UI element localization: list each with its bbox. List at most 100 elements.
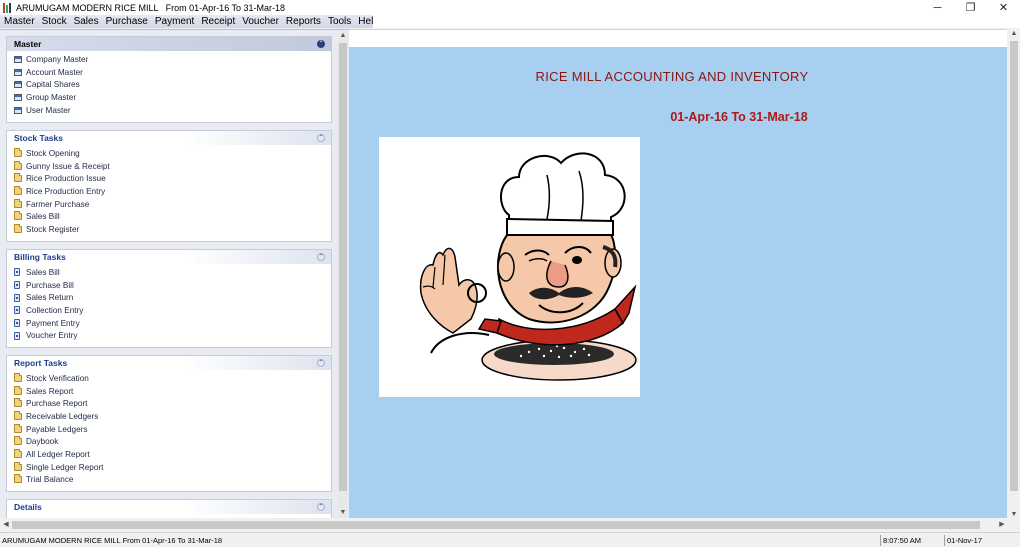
task-label: Account Master [26,67,83,77]
horizontal-scrollbar[interactable]: ◀ ▶ [0,519,1008,531]
collapse-icon[interactable]: ⌃ [317,503,325,511]
menu-bar: Master Stock Sales Purchase Payment Rece… [0,15,379,28]
task-label: Rice Production Entry [26,186,106,196]
task-sales-bill[interactable]: Sales Bill [14,210,331,223]
task-label: Voucher Entry [26,331,78,341]
task-payable-ledgers[interactable]: Payable Ledgers [14,423,331,436]
collapse-icon[interactable]: ⌃ [317,134,325,142]
document-icon [14,268,20,277]
folder-icon [14,173,22,183]
task-label: Sales Bill [26,212,60,222]
collapse-icon[interactable]: ⌃ [317,359,325,367]
task-daybook[interactable]: Daybook [14,435,331,448]
folder-icon [14,423,22,433]
task-label: Payable Ledgers [26,424,88,434]
group-report-tasks-items: Stock Verification Sales Report Purchase… [7,370,331,486]
task-sales-report[interactable]: Sales Report [14,385,331,398]
task-trial-balance[interactable]: Trial Balance [14,474,331,487]
task-label: Receivable Ledgers [26,411,99,421]
menu-purchase[interactable]: Purchase [102,16,151,27]
scroll-right-icon[interactable]: ▶ [996,519,1008,531]
collapse-icon[interactable]: ⌃ [317,40,325,48]
menu-voucher[interactable]: Voucher [238,16,282,27]
group-master-header[interactable]: Master ⌃ [7,37,331,51]
folder-icon [14,474,22,484]
task-purchase-bill[interactable]: Purchase Bill [14,279,331,292]
main-scrollbar[interactable]: ▲ ▼ [1008,29,1020,520]
group-details-header[interactable]: Details ⌃ [7,500,331,514]
task-farmer-purchase[interactable]: Farmer Purchase [14,198,331,211]
task-sales-return[interactable]: Sales Return [14,291,331,304]
window-icon [14,55,22,63]
task-voucher-entry[interactable]: Voucher Entry [14,329,331,342]
document-icon [14,319,20,328]
task-pane-scrollbar[interactable]: ▲ ▼ [338,31,348,518]
task-billing-sales-bill[interactable]: Sales Bill [14,266,331,279]
task-receivable-ledgers[interactable]: Receivable Ledgers [14,410,331,423]
group-billing-tasks-title: Billing Tasks [14,252,66,262]
restore-button[interactable]: ❐ [954,0,987,15]
task-company-master[interactable]: Company Master [14,53,331,66]
window-icon [14,68,22,76]
group-stock-tasks-header[interactable]: Stock Tasks ⌃ [7,131,331,145]
menu-bar-empty [373,15,1020,28]
task-label: Daybook [26,437,59,447]
scroll-left-icon[interactable]: ◀ [0,519,12,531]
task-label: Purchase Bill [26,280,74,290]
task-stock-verification[interactable]: Stock Verification [14,372,331,385]
task-collection-entry[interactable]: Collection Entry [14,304,331,317]
page-title: RICE MILL ACCOUNTING AND INVENTORY [535,69,809,84]
menu-master[interactable]: Master [0,16,38,27]
menu-stock[interactable]: Stock [38,16,70,27]
scroll-up-icon[interactable]: ▲ [338,31,348,41]
task-group-master[interactable]: Group Master [14,91,331,104]
menu-tools[interactable]: Tools [324,16,354,27]
window-icon [14,81,22,89]
task-capital-shares[interactable]: Capital Shares [14,78,331,91]
menu-payment[interactable]: Payment [151,16,197,27]
task-label: Collection Entry [26,305,84,315]
task-pane: Master ⌃ Company Master Account Master C… [0,29,349,518]
folder-icon [14,398,22,408]
task-user-master[interactable]: User Master [14,104,331,117]
menu-reports[interactable]: Reports [282,16,324,27]
scroll-thumb[interactable] [12,521,980,529]
task-payment-entry[interactable]: Payment Entry [14,317,331,330]
window-icon [14,93,22,101]
menu-receipt[interactable]: Receipt [197,16,238,27]
scroll-thumb[interactable] [339,43,347,491]
scroll-down-icon[interactable]: ▼ [1008,510,1020,520]
status-bar: ARUMUGAM MODERN RICE MILL From 01-Apr-16… [0,532,1020,547]
scroll-up-icon[interactable]: ▲ [1008,29,1020,39]
task-all-ledger-report[interactable]: All Ledger Report [14,448,331,461]
group-report-tasks-title: Report Tasks [14,358,68,368]
task-account-master[interactable]: Account Master [14,66,331,79]
task-stock-register[interactable]: Stock Register [14,223,331,236]
folder-icon [14,385,22,395]
collapse-icon[interactable]: ⌃ [317,253,325,261]
group-billing-tasks-header[interactable]: Billing Tasks ⌃ [7,250,331,264]
task-label: Rice Production Issue [26,174,106,184]
folder-icon [14,198,22,208]
minimize-button[interactable]: ─ [921,0,954,15]
title-bar: ARUMUGAM MODERN RICE MILL From 01-Apr-16… [0,0,1020,15]
status-company: ARUMUGAM MODERN RICE MILL From 01-Apr-16… [2,536,223,545]
task-rice-production-entry[interactable]: Rice Production Entry [14,185,331,198]
group-report-tasks-header[interactable]: Report Tasks ⌃ [7,356,331,370]
task-purchase-report[interactable]: Purchase Report [14,397,331,410]
close-button[interactable]: ✕ [987,0,1020,15]
folder-icon [14,410,22,420]
task-label: All Ledger Report [26,449,90,459]
task-single-ledger-report[interactable]: Single Ledger Report [14,461,331,474]
scroll-thumb[interactable] [1010,41,1018,491]
task-label: Farmer Purchase [26,199,90,209]
folder-icon [14,160,22,170]
task-gunny-issue-receipt[interactable]: Gunny Issue & Receipt [14,160,331,173]
menu-sales[interactable]: Sales [70,16,102,27]
task-stock-opening[interactable]: Stock Opening [14,147,331,160]
task-rice-production-issue[interactable]: Rice Production Issue [14,172,331,185]
task-label: Stock Verification [26,373,89,383]
group-billing-tasks: Billing Tasks ⌃ Sales Bill Purchase Bill… [6,249,332,348]
scroll-down-icon[interactable]: ▼ [338,508,348,518]
folder-icon [14,185,22,195]
